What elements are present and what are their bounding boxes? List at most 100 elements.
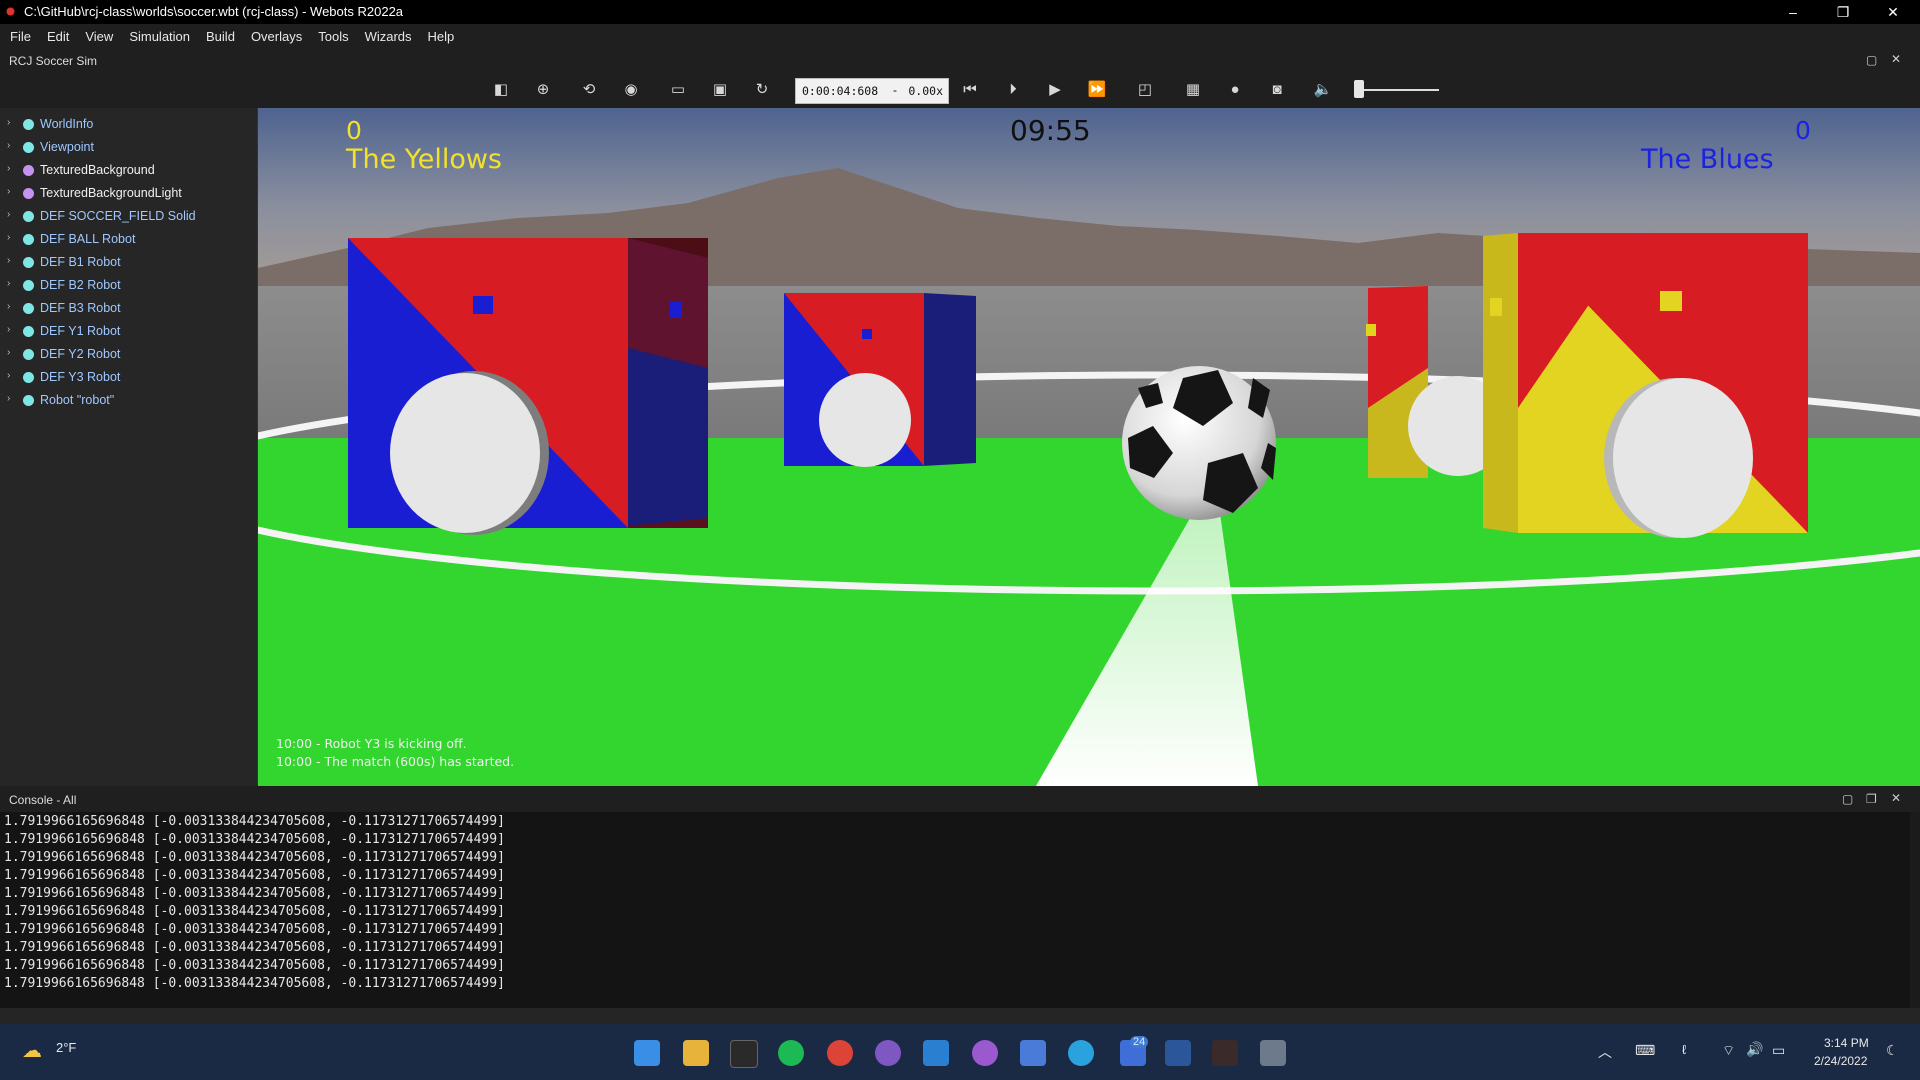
scene-tree-item[interactable]: › DEF B1 Robot — [0, 252, 256, 274]
open-folder-icon[interactable]: ▭ — [668, 80, 688, 100]
volume-slider-handle[interactable] — [1354, 80, 1365, 98]
expand-arrow-icon[interactable]: › — [7, 301, 10, 312]
scene-tree-item[interactable]: › DEF Y3 Robot — [0, 367, 256, 389]
volume-slider[interactable] — [1355, 89, 1439, 91]
scene-tree-item-label: DEF Y3 Robot — [40, 370, 121, 384]
minimize-button[interactable]: – — [1770, 0, 1816, 24]
expand-arrow-icon[interactable]: › — [7, 370, 10, 381]
expand-arrow-icon[interactable]: › — [7, 255, 10, 266]
step-icon[interactable]: ⏵ — [1003, 80, 1023, 100]
calculator-icon[interactable] — [1260, 1040, 1286, 1066]
console-vertical-scrollbar[interactable] — [1910, 812, 1920, 1008]
expand-arrow-icon[interactable]: › — [7, 324, 10, 335]
github-icon[interactable] — [972, 1040, 998, 1066]
battery-icon[interactable]: ▭ — [1772, 1042, 1785, 1059]
reset-view-icon[interactable]: ⟲ — [579, 80, 599, 100]
wifi-icon[interactable]: ⌔ — [1722, 1042, 1735, 1060]
weather-icon[interactable]: ☁ — [22, 1038, 42, 1063]
simulation-time: 0:00:04:608 — [802, 84, 879, 98]
scene-tree-item[interactable]: › DEF B2 Robot — [0, 275, 256, 297]
webots-icon[interactable] — [1212, 1040, 1238, 1066]
menu-view[interactable]: View — [77, 24, 121, 50]
taskbar: ☁ 2°F 24 ︿ ⌨ ℓ ⌔ 🔊 ▭ 3:14 PM 2/24/2022 ☾ — [0, 1024, 1920, 1080]
eye-icon[interactable]: ◉ — [621, 80, 641, 100]
keyboard-icon[interactable]: ⌨ — [1635, 1042, 1655, 1059]
scene-tree-item[interactable]: › Robot "robot" — [0, 390, 256, 412]
close-button[interactable]: ✕ — [1870, 0, 1916, 24]
weather-temp[interactable]: 2°F — [56, 1040, 76, 1055]
chrome-icon[interactable] — [827, 1040, 853, 1066]
menu-help[interactable]: Help — [420, 24, 463, 50]
console-float-icon[interactable]: ❐ — [1866, 792, 1877, 806]
expand-arrow-icon[interactable]: › — [7, 117, 10, 128]
mute-icon[interactable]: 🔈 — [1313, 80, 1333, 100]
start-icon[interactable] — [634, 1040, 660, 1066]
volume-icon[interactable]: 🔊 — [1746, 1041, 1763, 1058]
close-view-icon[interactable]: ✕ — [1891, 52, 1901, 66]
node-type-icon — [23, 326, 34, 337]
simulation-view-title: RCJ Soccer Sim — [9, 54, 98, 68]
expand-arrow-icon[interactable]: › — [7, 163, 10, 174]
expand-arrow-icon[interactable]: › — [7, 347, 10, 358]
record-movie-icon[interactable]: ▦ — [1183, 80, 1203, 100]
tray-overflow-icon[interactable]: ︿ — [1598, 1042, 1612, 1062]
menu-overlays[interactable]: Overlays — [243, 24, 310, 50]
console-output[interactable]: 1.7919966165696848 [-0.00313384423470560… — [0, 812, 1910, 1008]
robot-yellow-2 — [1483, 233, 1808, 538]
telegram-icon[interactable] — [1068, 1040, 1094, 1066]
menu-simulation[interactable]: Simulation — [121, 24, 198, 50]
expand-arrow-icon[interactable]: › — [7, 140, 10, 151]
scene-tree-item[interactable]: › TexturedBackground — [0, 160, 256, 182]
clock-date[interactable]: 2/24/2022 — [1814, 1054, 1867, 1068]
scene-tree-item[interactable]: › DEF SOCCER_FIELD Solid — [0, 206, 256, 228]
webots-app-icon — [6, 7, 15, 16]
expand-arrow-icon[interactable]: › — [7, 209, 10, 220]
play-icon[interactable]: ▶ — [1045, 80, 1065, 100]
notifications-icon[interactable]: ☾ — [1886, 1042, 1899, 1059]
word-icon[interactable] — [1165, 1040, 1191, 1066]
scene-tree-item[interactable]: › WorldInfo — [0, 114, 256, 136]
menu-build[interactable]: Build — [198, 24, 243, 50]
scene-tree-item[interactable]: › TexturedBackgroundLight — [0, 183, 256, 205]
sidebar-toggle-icon[interactable]: ◧ — [491, 80, 511, 100]
console-horizontal-scrollbar[interactable] — [0, 1008, 1920, 1024]
expand-arrow-icon[interactable]: › — [7, 186, 10, 197]
menu-tools[interactable]: Tools — [310, 24, 356, 50]
menu-file[interactable]: File — [2, 24, 39, 50]
restore-button[interactable]: ❐ — [1820, 0, 1866, 24]
save-icon[interactable]: ▣ — [710, 80, 730, 100]
input-method-icon[interactable]: ℓ — [1682, 1042, 1686, 1057]
maximize-view-icon[interactable]: ▢ — [1866, 53, 1877, 67]
menu-edit[interactable]: Edit — [39, 24, 77, 50]
expand-arrow-icon[interactable]: › — [7, 232, 10, 243]
vscode-icon[interactable] — [923, 1040, 949, 1066]
console-close-icon[interactable]: ✕ — [1891, 791, 1901, 805]
record-animation-icon[interactable]: ● — [1225, 80, 1245, 100]
menu-wizards[interactable]: Wizards — [357, 24, 420, 50]
network-app-icon[interactable] — [1020, 1040, 1046, 1066]
reload-icon[interactable]: ↻ — [752, 80, 772, 100]
scene-tree-item[interactable]: › DEF Y2 Robot — [0, 344, 256, 366]
scene-tree-item[interactable]: › DEF Y1 Robot — [0, 321, 256, 343]
scene-tree-item[interactable]: › DEF B3 Robot — [0, 298, 256, 320]
clock-time[interactable]: 3:14 PM — [1824, 1036, 1869, 1050]
view-mode-icon[interactable]: ◰ — [1135, 80, 1155, 100]
time-separator: - — [893, 83, 897, 97]
scene-tree-item[interactable]: › DEF BALL Robot — [0, 229, 256, 251]
expand-arrow-icon[interactable]: › — [7, 393, 10, 404]
3d-view[interactable]: 0 The Yellows 09:55 0 The Blues 10:00 - … — [258, 108, 1920, 786]
file-explorer-icon[interactable] — [683, 1040, 709, 1066]
add-node-icon[interactable]: ⊕ — [533, 80, 553, 100]
team-name-blue: The Blues — [1641, 144, 1774, 175]
app-icon[interactable] — [875, 1040, 901, 1066]
console-maximize-icon[interactable]: ▢ — [1842, 792, 1853, 806]
notification-badge: 24 — [1130, 1036, 1149, 1048]
terminal-icon[interactable] — [730, 1040, 758, 1068]
expand-arrow-icon[interactable]: › — [7, 278, 10, 289]
screenshot-icon[interactable]: ◙ — [1267, 80, 1287, 100]
reset-simulation-icon[interactable]: ⏮ — [960, 80, 980, 100]
scene-tree-item-label: DEF Y1 Robot — [40, 324, 121, 338]
fast-forward-icon[interactable]: ⏩ — [1087, 80, 1107, 100]
scene-tree-item[interactable]: › Viewpoint — [0, 137, 256, 159]
spotify-icon[interactable] — [778, 1040, 804, 1066]
